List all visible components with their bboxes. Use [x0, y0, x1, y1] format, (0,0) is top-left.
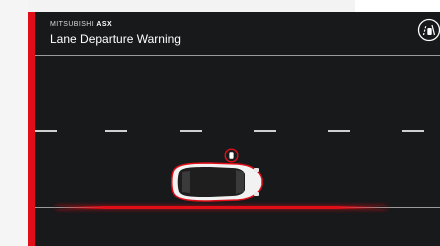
page-title: Lane Departure Warning [50, 32, 181, 46]
lane-departure-warning-icon [224, 148, 239, 163]
lane-dash [180, 130, 202, 132]
page-top-margin [355, 0, 440, 12]
brand-name: MITSUBISHI [50, 21, 95, 28]
lane-dash [402, 130, 424, 132]
lane-boundary-top [35, 55, 440, 56]
lane-departure-highlight [56, 206, 386, 209]
accent-bar [28, 12, 35, 246]
lane-departure-screen: MITSUBISHI ASX Lane Departure Warning [28, 12, 440, 246]
lane-assist-icon[interactable] [417, 18, 440, 42]
lane-dash [328, 130, 350, 132]
brand-model: ASX [96, 21, 113, 28]
brand-label: MITSUBISHI ASX [50, 21, 112, 28]
page-left-margin [0, 0, 28, 246]
lane-dash [35, 130, 57, 132]
lane-dash [254, 130, 276, 132]
lane-dash [105, 130, 127, 132]
car-topdown-icon [171, 162, 263, 202]
